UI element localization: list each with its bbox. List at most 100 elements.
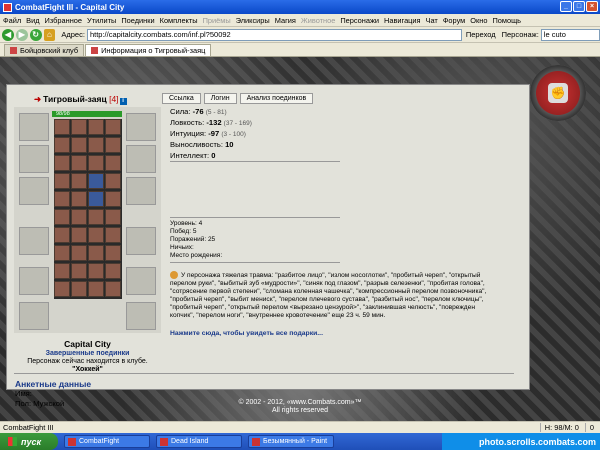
- ring-slot[interactable]: [19, 302, 49, 330]
- inventory-cell[interactable]: [54, 119, 70, 135]
- inventory-cell[interactable]: [71, 209, 87, 225]
- analysis-button[interactable]: Анализ поединков: [239, 93, 314, 104]
- menu-item[interactable]: Вид: [26, 16, 39, 25]
- logins-button[interactable]: Логин: [203, 93, 237, 104]
- task-dead-island[interactable]: Dead Island: [156, 435, 242, 448]
- menu-item[interactable]: Окно: [470, 16, 487, 25]
- inventory-cell[interactable]: [88, 263, 104, 279]
- tab-fight-club[interactable]: Бойцовский клуб: [4, 44, 85, 56]
- forward-icon[interactable]: ▶: [15, 28, 28, 41]
- inventory-cell[interactable]: [88, 119, 104, 135]
- necklace-slot[interactable]: [19, 145, 49, 173]
- weapon-slot[interactable]: [19, 177, 49, 205]
- inventory-cell[interactable]: [54, 263, 70, 279]
- stat-value: -76: [192, 107, 204, 116]
- task-label: Безымянный - Paint: [263, 438, 328, 445]
- inventory-cell[interactable]: [71, 173, 87, 189]
- inventory-cell[interactable]: [54, 137, 70, 153]
- menu-item[interactable]: Эликсиры: [236, 16, 270, 25]
- inventory-cell[interactable]: [105, 263, 121, 279]
- link-button[interactable]: Ссылка: [162, 93, 201, 104]
- gloves-slot[interactable]: [126, 177, 156, 205]
- shield-slot[interactable]: [126, 227, 156, 255]
- inventory-cell[interactable]: [71, 137, 87, 153]
- armor-slot[interactable]: [19, 227, 49, 255]
- inventory-cell[interactable]: [71, 119, 87, 135]
- tab-character-info[interactable]: Информация о Тигровый-заяц: [85, 44, 212, 56]
- inventory-cell[interactable]: [88, 209, 104, 225]
- inventory-cell[interactable]: [105, 137, 121, 153]
- inventory-cell[interactable]: [71, 191, 87, 207]
- inventory-cell[interactable]: [88, 227, 104, 243]
- belt-slot[interactable]: [19, 267, 49, 295]
- inventory-cell[interactable]: [105, 155, 121, 171]
- inventory-cell[interactable]: [105, 173, 121, 189]
- menu-item[interactable]: Помощь: [492, 16, 521, 25]
- inventory-cell[interactable]: [54, 281, 70, 297]
- inventory-cell[interactable]: [54, 191, 70, 207]
- inventory-cell[interactable]: [88, 173, 104, 189]
- copyright: © 2002 - 2012, «www.Combats.com»™: [238, 399, 362, 406]
- inventory-cell[interactable]: [105, 119, 121, 135]
- inventory-cell[interactable]: [54, 245, 70, 261]
- earrings-slot[interactable]: [126, 113, 156, 141]
- maximize-icon[interactable]: □: [573, 1, 585, 12]
- minimize-icon[interactable]: _: [560, 1, 572, 12]
- watermark: photo.scrolls.combats.com: [442, 433, 600, 450]
- inventory-cell[interactable]: [88, 281, 104, 297]
- helmet-slot[interactable]: [19, 113, 49, 141]
- task-combatfight[interactable]: CombatFight: [64, 435, 150, 448]
- inventory-cell[interactable]: [71, 245, 87, 261]
- inventory-cell[interactable]: [105, 245, 121, 261]
- stat-label: Ловкость:: [170, 118, 205, 127]
- inventory-cell[interactable]: [54, 173, 70, 189]
- close-icon[interactable]: ×: [586, 1, 598, 12]
- task-paint[interactable]: Безымянный - Paint: [248, 435, 334, 448]
- inventory-cell[interactable]: [54, 155, 70, 171]
- menu-item[interactable]: Файл: [3, 16, 21, 25]
- stat-value: -97: [208, 129, 220, 138]
- refresh-icon[interactable]: ↻: [29, 28, 42, 41]
- menu-item[interactable]: Магия: [275, 16, 296, 25]
- inventory-cell[interactable]: [105, 227, 121, 243]
- inventory-cell[interactable]: [54, 209, 70, 225]
- inventory-cell[interactable]: [88, 191, 104, 207]
- inventory-cell[interactable]: [54, 227, 70, 243]
- menu-item[interactable]: Утилиты: [87, 16, 116, 25]
- boots-slot[interactable]: [126, 302, 156, 330]
- menu-item[interactable]: Форум: [443, 16, 465, 25]
- inventory-cell[interactable]: [105, 209, 121, 225]
- paint-icon: [252, 437, 260, 446]
- start-button[interactable]: пуск: [0, 433, 58, 450]
- inventory-cell[interactable]: [71, 227, 87, 243]
- gifts-link[interactable]: Нажмите сюда, чтобы увидеть все подарки.…: [170, 330, 323, 337]
- fist-icon: ✊: [548, 83, 568, 103]
- person-select[interactable]: le cuto: [540, 28, 600, 41]
- divider: [14, 373, 514, 374]
- menu-item[interactable]: Приёмы: [203, 16, 231, 25]
- back-icon[interactable]: ◀: [2, 28, 14, 41]
- windows-flag-icon: [8, 437, 17, 446]
- menu-item[interactable]: Персонажи: [340, 16, 379, 25]
- inventory-cell[interactable]: [71, 281, 87, 297]
- inventory-cell[interactable]: [88, 245, 104, 261]
- inventory-cell[interactable]: [105, 281, 121, 297]
- inventory-cell[interactable]: [88, 137, 104, 153]
- finished-fights-link[interactable]: Завершенные поединки: [14, 350, 161, 358]
- menu-item[interactable]: Поединки: [121, 16, 154, 25]
- menu-item[interactable]: Навигация: [384, 16, 421, 25]
- menu-item[interactable]: Животное: [301, 16, 335, 25]
- bracelet-slot[interactable]: [126, 145, 156, 173]
- inventory-cell[interactable]: [88, 155, 104, 171]
- go-button[interactable]: Переход: [466, 30, 496, 39]
- inventory-cell[interactable]: [71, 263, 87, 279]
- menu-item[interactable]: Комплекты: [160, 16, 198, 25]
- home-icon[interactable]: ⌂: [43, 28, 56, 41]
- info-icon[interactable]: i: [119, 98, 127, 105]
- menu-item[interactable]: Избранное: [45, 16, 82, 25]
- leggings-slot[interactable]: [126, 267, 156, 295]
- menu-item[interactable]: Чат: [426, 16, 438, 25]
- address-input[interactable]: [86, 28, 462, 41]
- inventory-cell[interactable]: [71, 155, 87, 171]
- inventory-cell[interactable]: [105, 191, 121, 207]
